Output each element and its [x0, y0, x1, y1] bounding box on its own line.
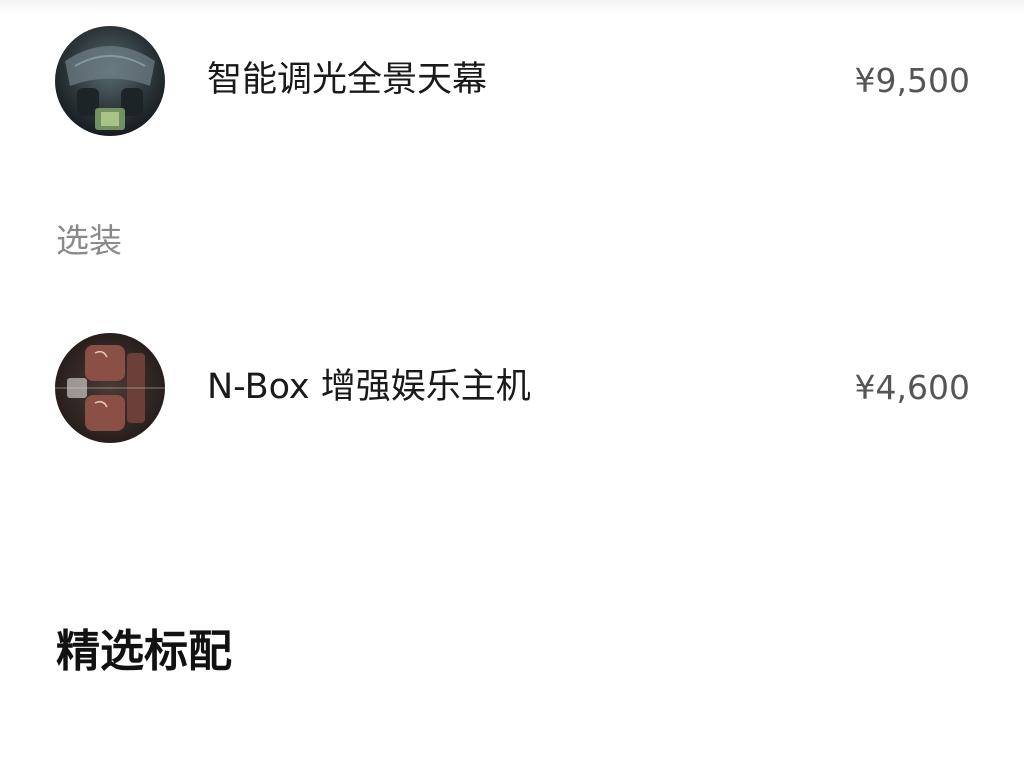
option-item-sunroof[interactable]: 智能调光全景天幕 ¥9,500 [0, 26, 1024, 138]
panoramic-sunroof-photo-icon [55, 26, 165, 136]
featured-standard-heading: 精选标配 [56, 626, 232, 677]
rear-seats-entertainment-photo-icon [55, 333, 165, 443]
sunroof-thumbnail-image [55, 26, 165, 136]
optional-section-label: 选装 [56, 221, 122, 260]
option-name: N-Box 增强娱乐主机 [207, 367, 531, 407]
option-price: ¥4,600 [854, 368, 970, 407]
option-item-nbox[interactable]: N-Box 增强娱乐主机 ¥4,600 [0, 333, 1024, 445]
option-price: ¥9,500 [854, 61, 970, 100]
option-name: 智能调光全景天幕 [207, 60, 488, 100]
top-edge-shadow [0, 0, 1024, 14]
nbox-thumbnail-image [55, 333, 165, 443]
